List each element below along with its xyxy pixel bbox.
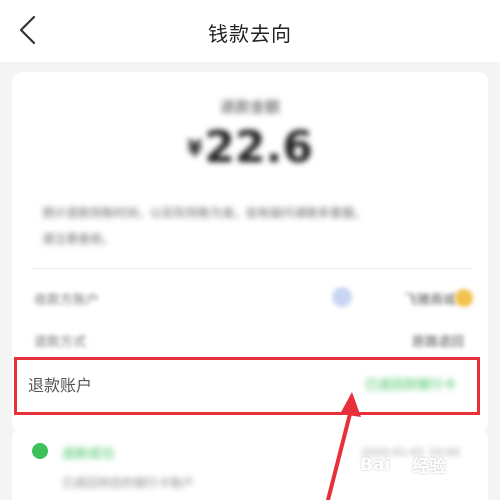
watermark-text: 经验 [412,457,447,477]
baidu-watermark: Bai 经验 [360,452,447,478]
paw-icon [394,457,410,472]
watermark-text: Bai [360,454,391,475]
annotation-arrow [326,392,361,500]
refund-destination-screen: 钱款去向 退款金额 ¥22.6 预计退款到账时间，以实际到账为准，如有疑问请联系… [0,0,500,500]
